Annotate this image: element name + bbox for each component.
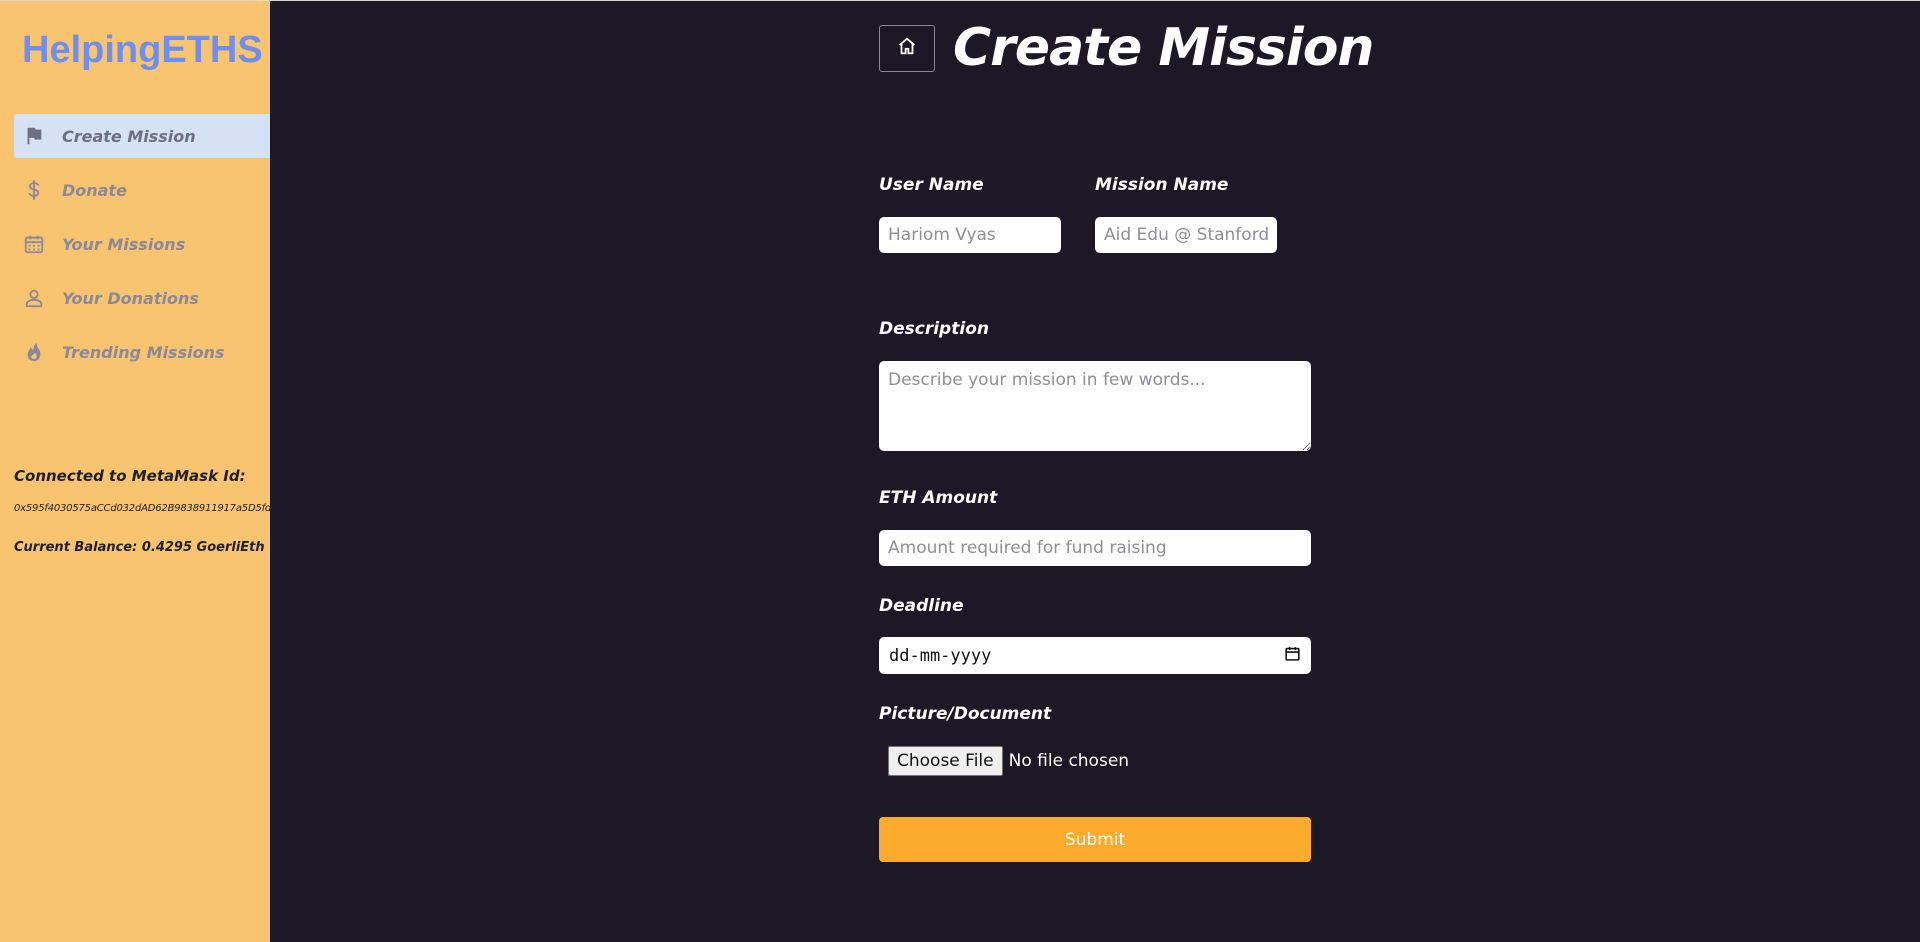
top-border — [0, 0, 1920, 1]
calendar-picker-icon[interactable] — [1284, 645, 1301, 666]
deadline-label: Deadline — [879, 596, 964, 616]
choose-file-button[interactable]: Choose File — [888, 746, 1003, 776]
dollar-icon — [22, 178, 46, 202]
wallet-title: Connected to MetaMask Id: — [14, 467, 246, 485]
wallet-info: Connected to MetaMask Id: 0x595f4030575a… — [14, 467, 272, 555]
sidebar-item-label: Your Donations — [62, 288, 199, 308]
eth-amount-input[interactable] — [879, 530, 1311, 566]
calendar-icon — [22, 232, 46, 256]
user-name-input[interactable] — [879, 217, 1061, 253]
flag-icon — [22, 124, 46, 148]
wallet-balance: Current Balance: 0.4295 GoerliEth — [14, 540, 265, 555]
mission-name-label: Mission Name — [1095, 175, 1229, 195]
sidebar-item-label: Create Mission — [62, 126, 196, 146]
fire-icon — [22, 340, 46, 364]
sidebar-item-label: Donate — [62, 180, 127, 200]
sidebar-item-create-mission[interactable]: Create Mission — [14, 114, 270, 158]
wallet-address: 0x595f4030575aCCd032dAD62B9838911917a5D5… — [14, 503, 272, 514]
picture-document-label: Picture/Document — [879, 704, 1052, 724]
sidebar-item-donate[interactable]: Donate — [14, 168, 270, 212]
deadline-date-input[interactable]: dd-mm-yyyy — [879, 637, 1311, 674]
eth-amount-label: ETH Amount — [879, 488, 998, 508]
user-name-label: User Name — [879, 175, 984, 195]
sidebar-nav: Create Mission Donate Your Missions Your… — [14, 114, 270, 384]
sidebar-item-label: Trending Missions — [62, 342, 225, 362]
home-button[interactable] — [879, 24, 935, 72]
sidebar-item-label: Your Missions — [62, 234, 186, 254]
brand-logo[interactable]: HelpingETHS — [22, 29, 263, 72]
page-header: Create Mission — [879, 18, 1374, 78]
sidebar-item-your-missions[interactable]: Your Missions — [14, 222, 270, 266]
page-title: Create Mission — [953, 18, 1374, 78]
sidebar-item-your-donations[interactable]: Your Donations — [14, 276, 270, 320]
home-icon — [896, 35, 918, 61]
sidebar: HelpingETHS Create Mission Donate Your M… — [0, 1, 272, 942]
deadline-value: dd-mm-yyyy — [889, 645, 992, 666]
mission-name-input[interactable] — [1095, 217, 1277, 253]
person-icon — [22, 286, 46, 310]
sidebar-item-trending-missions[interactable]: Trending Missions — [14, 330, 270, 374]
file-upload: Choose File No file chosen — [888, 746, 1129, 776]
description-textarea[interactable] — [879, 361, 1311, 451]
submit-button[interactable]: Submit — [879, 817, 1311, 862]
description-label: Description — [879, 319, 989, 339]
file-status: No file chosen — [1008, 751, 1130, 771]
